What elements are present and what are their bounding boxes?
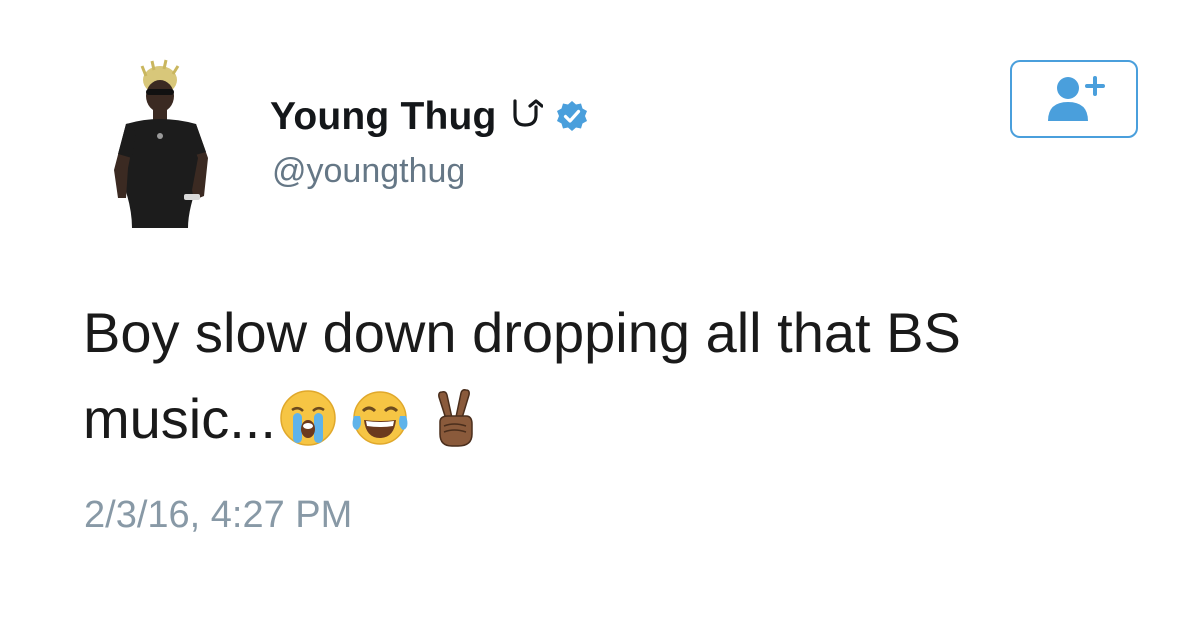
loudly-crying-face-emoji (276, 386, 340, 450)
tweet-card: Young Thug @youngthug Boy slow down drop… (0, 0, 1200, 621)
tweet-text-line-2: music... (83, 376, 1123, 462)
author-name-row: Young Thug (270, 92, 589, 142)
follow-button[interactable] (1010, 60, 1138, 138)
author-handle[interactable]: @youngthug (272, 152, 465, 191)
tweet-text-line-1: Boy slow down dropping all that BS (83, 301, 961, 364)
victory-hand-emoji (422, 386, 486, 450)
tweet-timestamp[interactable]: 2/3/16, 4:27 PM (84, 494, 352, 537)
tweet-text: Boy slow down dropping all that BS music… (83, 290, 1123, 462)
avatar[interactable] (88, 58, 246, 228)
tweet-text-line-2-text: music... (83, 387, 276, 450)
avatar-image (88, 58, 246, 228)
name-symbol (509, 96, 544, 139)
name-symbol-icon (512, 98, 544, 127)
face-with-tears-of-joy-emoji (348, 386, 412, 450)
display-name[interactable]: Young Thug (270, 95, 497, 139)
add-user-icon (1048, 76, 1105, 121)
verified-badge-icon (555, 100, 589, 134)
